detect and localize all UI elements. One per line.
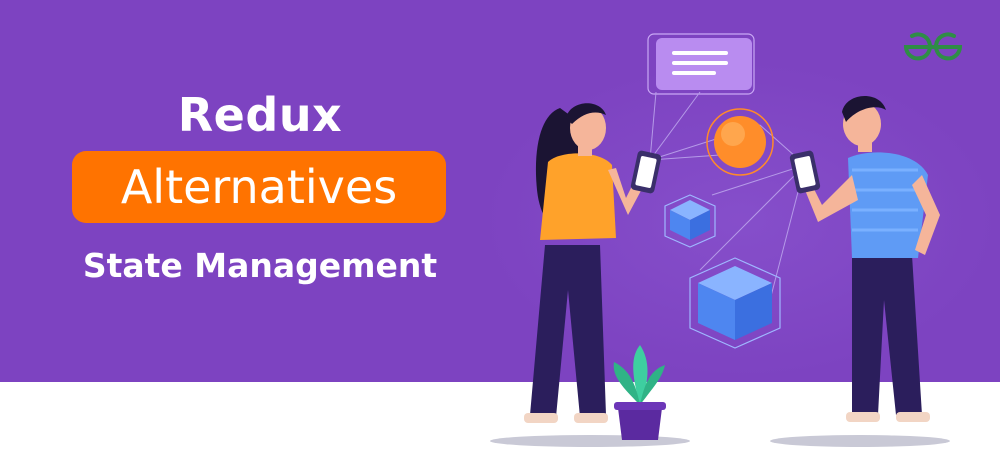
plant-pot-icon xyxy=(613,345,666,440)
man-shadow xyxy=(770,435,950,447)
illustration xyxy=(490,33,950,447)
small-cube-icon xyxy=(664,194,716,248)
orange-sphere-icon xyxy=(706,108,774,176)
man-with-phone xyxy=(789,95,940,422)
hero-banner: Redux Alternatives State Management xyxy=(0,0,1000,470)
chat-bubble-icon xyxy=(647,33,755,95)
woman-shadow xyxy=(490,435,690,447)
large-cube-icon xyxy=(689,257,781,349)
